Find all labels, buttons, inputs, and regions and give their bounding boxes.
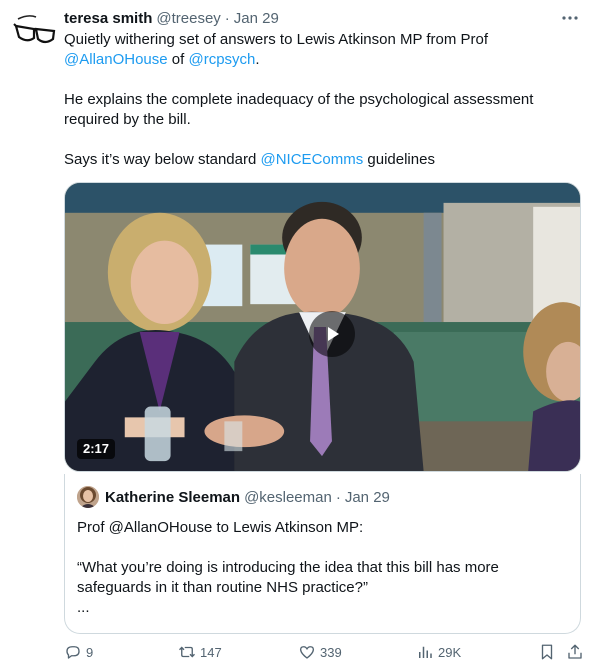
tweet-paragraph-1: Quietly withering set of answers to Lewi… — [64, 30, 574, 70]
glasses-icon[interactable] — [12, 8, 58, 54]
more-dots-icon[interactable] — [558, 6, 582, 30]
views-icon — [419, 646, 432, 658]
bookmark-button[interactable] — [538, 642, 560, 662]
tweet-text: Says it’s way below standard — [64, 151, 261, 168]
mention-link[interactable]: @AllanOHouse — [64, 51, 168, 68]
tweet-header: teresa smith @treesey · Jan 29 — [64, 8, 279, 28]
quoted-tweet-header: Katherine Sleeman @kesleeman · Jan 29 — [105, 487, 390, 507]
separator: · — [224, 9, 230, 27]
share-icon — [568, 644, 582, 659]
like-icon — [299, 646, 315, 659]
author-handle[interactable]: @treesey — [156, 10, 220, 27]
video-player[interactable]: 2:17 — [64, 182, 581, 472]
tweet-paragraph-2: He explains the complete inadequacy of t… — [64, 91, 534, 128]
retweet-button[interactable]: 147 — [178, 642, 222, 662]
like-count: 339 — [320, 644, 342, 660]
views-count: 29K — [438, 644, 462, 660]
tweet-text: guidelines — [363, 151, 435, 168]
like-button[interactable]: 339 — [298, 642, 342, 662]
tweet[interactable]: teresa smith @treesey · Jan 29 Quietly w… — [0, 0, 592, 665]
quoted-tweet-body: Prof @AllanOHouse to Lewis Atkinson MP: … — [77, 518, 567, 618]
tweet-body: Quietly withering set of answers to Lewi… — [64, 30, 574, 170]
tweet-text: Quietly withering set of answers to Lewi… — [64, 31, 489, 48]
bookmark-icon — [541, 644, 553, 660]
quoted-line-3: ... — [77, 599, 90, 616]
reply-count: 9 — [86, 644, 94, 660]
action-bar: 9 147 339 29K — [64, 642, 584, 662]
avatar[interactable] — [77, 486, 99, 508]
tweet-date[interactable]: Jan 29 — [234, 10, 279, 27]
retweet-icon — [179, 646, 195, 658]
quoted-author-handle[interactable]: @kesleeman — [244, 489, 332, 506]
share-button[interactable] — [566, 642, 588, 662]
author-name[interactable]: teresa smith — [64, 10, 152, 27]
play-icon[interactable] — [309, 311, 355, 357]
tweet-text: . — [255, 51, 260, 68]
tweet-text: of — [167, 51, 189, 68]
separator: · — [335, 488, 341, 506]
quoted-tweet[interactable]: Katherine Sleeman @kesleeman · Jan 29 Pr… — [64, 474, 581, 634]
mention-link[interactable]: @rcpsych — [188, 51, 255, 68]
tweet-paragraph-3: Says it’s way below standard @NICEComms … — [64, 150, 574, 170]
reply-button[interactable]: 9 — [64, 642, 93, 662]
views-button[interactable]: 29K — [416, 642, 461, 662]
mention-link[interactable]: @NICEComms — [261, 151, 364, 168]
quoted-line-1: Prof @AllanOHouse to Lewis Atkinson MP: — [77, 519, 364, 536]
video-duration: 2:17 — [77, 439, 116, 459]
quoted-author-name[interactable]: Katherine Sleeman — [105, 489, 240, 506]
quoted-line-2: “What you’re doing is introducing the id… — [77, 559, 499, 596]
quoted-tweet-date[interactable]: Jan 29 — [345, 489, 390, 506]
reply-icon — [66, 646, 80, 659]
retweet-count: 147 — [200, 644, 222, 660]
